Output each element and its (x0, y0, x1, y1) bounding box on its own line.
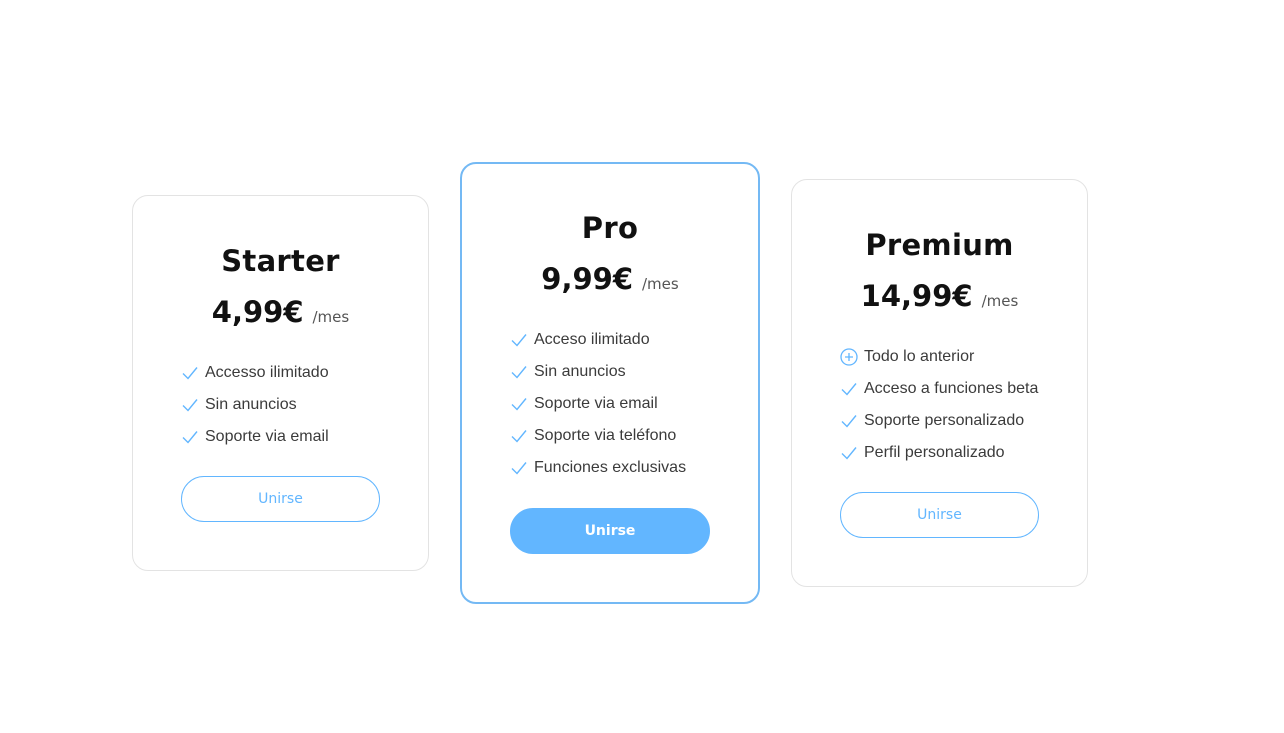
feature-label: Acceso ilimitado (534, 331, 650, 348)
plan-price: 9,99€ (541, 262, 633, 296)
feature-item: Acceso ilimitado (510, 324, 686, 356)
feature-item: Soporte personalizado (840, 405, 1038, 437)
feature-label: Soporte via email (534, 395, 658, 412)
join-button-premium[interactable]: Unirse (840, 492, 1039, 538)
join-button-pro[interactable]: Unirse (510, 508, 710, 554)
feature-item: Acceso a funciones beta (840, 373, 1038, 405)
feature-list: Acceso ilimitado Sin anuncios Soporte vi… (510, 324, 686, 484)
feature-item: Sin anuncios (181, 389, 329, 421)
check-icon (511, 366, 527, 379)
feature-item: Soporte via teléfono (510, 420, 686, 452)
feature-item: Perfil personalizado (840, 437, 1038, 469)
feature-item: Todo lo anterior (840, 341, 1038, 373)
check-icon (182, 367, 198, 380)
price-row: 4,99€ /mes (133, 295, 428, 329)
check-icon (511, 398, 527, 411)
feature-item: Sin anuncios (510, 356, 686, 388)
feature-label: Sin anuncios (205, 396, 297, 413)
check-icon (511, 462, 527, 475)
plan-name: Pro (581, 211, 639, 245)
feature-label: Accesso ilimitado (205, 364, 329, 381)
plan-card-pro: Pro 9,99€ /mes Acceso ilimitado Sin anun… (460, 162, 760, 604)
plan-name: Starter (221, 244, 340, 278)
plan-price: 14,99€ (860, 279, 973, 313)
feature-list: Accesso ilimitado Sin anuncios Soporte v… (181, 357, 329, 453)
check-icon (182, 399, 198, 412)
pricing-section: Starter 4,99€ /mes Accesso ilimitado Sin… (0, 0, 1284, 733)
plan-price: 4,99€ (211, 295, 304, 329)
feature-label: Soporte via teléfono (534, 427, 677, 444)
check-icon (511, 430, 527, 443)
feature-list: Todo lo anterior Acceso a funciones beta… (840, 341, 1038, 469)
price-row: 14,99€ /mes (792, 279, 1087, 313)
feature-label: Sin anuncios (534, 363, 626, 380)
check-icon (841, 415, 857, 428)
feature-label: Todo lo anterior (864, 348, 975, 365)
join-button-starter[interactable]: Unirse (181, 476, 380, 522)
plan-card-premium: Premium 14,99€ /mes Todo lo anterior Acc… (791, 179, 1088, 587)
feature-item: Soporte via email (510, 388, 686, 420)
feature-label: Acceso a funciones beta (864, 380, 1039, 397)
feature-item: Accesso ilimitado (181, 357, 329, 389)
feature-item: Soporte via email (181, 421, 329, 453)
plan-period: /mes (312, 308, 350, 326)
check-icon (841, 383, 857, 396)
feature-label: Perfil personalizado (864, 444, 1005, 461)
plan-name: Premium (865, 228, 1014, 262)
feature-label: Soporte personalizado (864, 412, 1025, 429)
plan-period: /mes (981, 292, 1019, 310)
feature-label: Soporte via email (205, 428, 329, 445)
feature-label: Funciones exclusivas (534, 459, 687, 476)
plan-period: /mes (642, 275, 679, 293)
plan-card-starter: Starter 4,99€ /mes Accesso ilimitado Sin… (132, 195, 429, 571)
check-icon (841, 447, 857, 460)
plus-circle-icon (840, 348, 858, 366)
price-row: 9,99€ /mes (462, 262, 758, 296)
feature-item: Funciones exclusivas (510, 452, 686, 484)
check-icon (182, 431, 198, 444)
check-icon (511, 334, 527, 347)
